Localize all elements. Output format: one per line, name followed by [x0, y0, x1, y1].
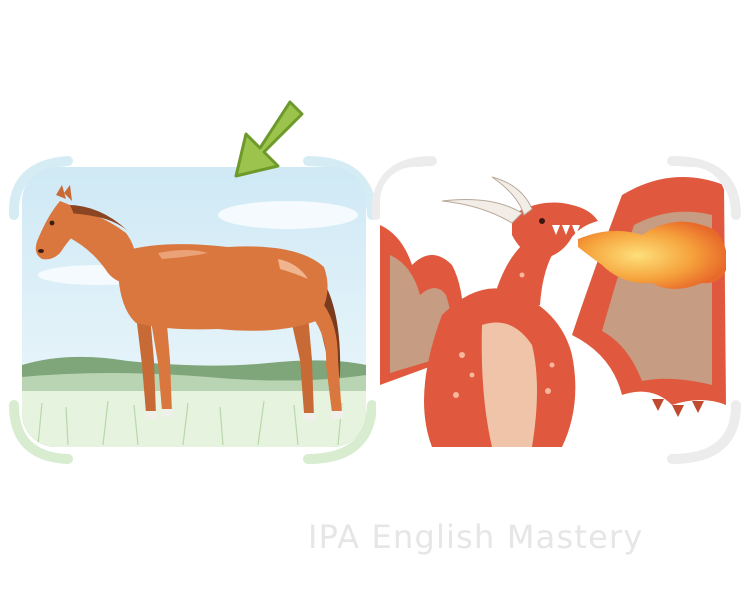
- horse-illustration: [8, 155, 376, 465]
- dragon-picture: [372, 156, 741, 464]
- dragon-illustration: [372, 155, 742, 465]
- watermark-text: IPA English Mastery: [308, 518, 644, 556]
- horse-picture: [8, 156, 376, 464]
- arrow-icon: [234, 100, 304, 178]
